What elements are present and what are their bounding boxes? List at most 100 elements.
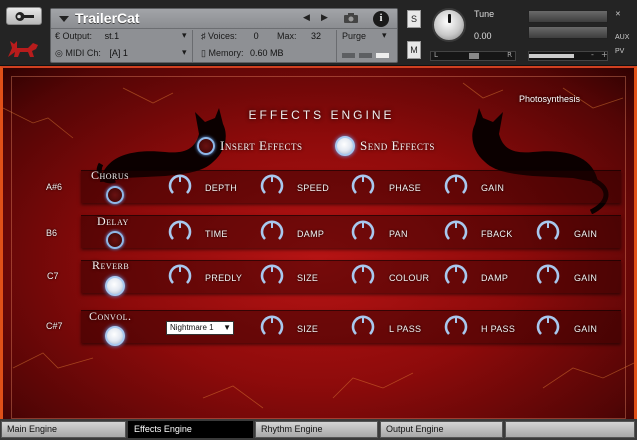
volume-minus-label: - (591, 50, 594, 59)
pan-left-label: L (434, 51, 438, 59)
voices-label: Voices: (208, 31, 238, 41)
midi-dropdown-icon[interactable]: ▾ (182, 47, 187, 58)
preset-name: Photosynthesis (519, 94, 581, 104)
chorus-label: Chorus (91, 168, 130, 182)
delay-feedback-knob[interactable] (444, 220, 468, 244)
delay-damp-knob[interactable] (260, 220, 284, 244)
tune-label: Tune (474, 9, 495, 19)
delay-gain-knob[interactable] (536, 220, 560, 244)
purge-indicator (376, 53, 389, 58)
tab-rhythm-engine[interactable]: Rhythm Engine (255, 421, 378, 438)
reverb-colour-knob[interactable] (351, 264, 375, 288)
tab-main-engine[interactable]: Main Engine (1, 421, 126, 438)
divider (192, 30, 193, 62)
delay-enable-toggle[interactable] (106, 231, 124, 249)
wrench-button[interactable] (6, 7, 42, 25)
effects-engine-panel: EFFECTS ENGINE Photosynthesis Insert Eff… (0, 66, 637, 419)
chorus-enable-toggle[interactable] (106, 186, 124, 204)
engine-tabs: Main Engine Effects Engine Rhythm Engine… (0, 419, 637, 440)
midi-value: [A] 1 (109, 48, 128, 58)
tab-empty (505, 421, 635, 438)
voices-field: ♯ Voices: 0 (201, 31, 259, 41)
reverb-gain-knob[interactable] (536, 264, 560, 288)
midi-icon: ◎ (55, 48, 63, 58)
reverb-damp-label: DAMP (481, 273, 509, 283)
reverb-predelay-knob[interactable] (168, 264, 192, 288)
convolution-gain-label: GAIN (574, 324, 598, 334)
solo-button[interactable]: S (407, 10, 421, 28)
reverb-enable-toggle[interactable] (105, 276, 125, 296)
chorus-phase-label: PHASE (389, 183, 422, 193)
convolution-highpass-knob[interactable] (444, 315, 468, 339)
pan-slider[interactable]: L R (430, 51, 516, 61)
purge-label: Purge (342, 31, 367, 41)
chorus-depth-knob[interactable] (168, 174, 192, 198)
chorus-gain-knob[interactable] (444, 174, 468, 198)
insert-effects-label[interactable]: Insert Effects (220, 138, 303, 154)
output-label: Output: (62, 31, 93, 41)
pv-button[interactable]: PV (615, 48, 624, 55)
convolution-lowpass-label: L PASS (389, 324, 422, 334)
convolution-gain-knob[interactable] (536, 315, 560, 339)
midi-channel-field[interactable]: ◎ MIDI Ch: [A] 1 (55, 48, 128, 59)
chorus-trigger-note: A#6 (46, 182, 63, 192)
tune-value[interactable]: 0.00 (474, 31, 492, 41)
impulse-response-select[interactable]: Nightmare 1 ▼ (166, 321, 234, 335)
convolution-lowpass-knob[interactable] (351, 315, 375, 339)
output-dropdown-icon[interactable]: ▾ (182, 30, 187, 41)
next-instrument-arrow-icon[interactable]: ▶ (321, 13, 328, 23)
cat-logo-icon (8, 41, 38, 57)
pan-right-label: R (507, 51, 512, 59)
max-label: Max: (277, 31, 297, 41)
insert-effects-radio[interactable] (197, 137, 215, 155)
delay-trigger-note: B6 (46, 228, 58, 238)
send-effects-radio[interactable] (335, 136, 355, 156)
pan-handle[interactable] (469, 53, 479, 59)
level-meter-right (528, 26, 608, 39)
delay-time-knob[interactable] (168, 220, 192, 244)
chorus-gain-label: GAIN (481, 183, 505, 193)
purge-indicator (342, 53, 355, 58)
instrument-panel: TrailerCat ◀ ▶ i € Output: st.1 ▾ ♯ Voic… (50, 8, 398, 63)
close-icon[interactable]: ✕ (615, 10, 621, 18)
reverb-size-knob[interactable] (260, 264, 284, 288)
volume-slider[interactable]: - + (528, 50, 608, 61)
instrument-name[interactable]: TrailerCat (75, 10, 140, 26)
reverb-gain-label: GAIN (574, 273, 598, 283)
mute-button[interactable]: M (407, 41, 421, 59)
convolution-enable-toggle[interactable] (105, 326, 125, 346)
reverb-damp-knob[interactable] (444, 264, 468, 288)
convolution-size-knob[interactable] (260, 315, 284, 339)
reverb-trigger-note: C7 (47, 271, 59, 281)
tune-knob[interactable] (432, 8, 466, 42)
purge-menu[interactable]: Purge (342, 31, 366, 41)
collapse-triangle-icon[interactable] (59, 16, 69, 22)
chorus-speed-knob[interactable] (260, 174, 284, 198)
delay-feedback-label: FBACK (481, 229, 513, 239)
volume-fill (529, 54, 575, 58)
chorus-depth-label: DEPTH (205, 183, 238, 193)
convolution-trigger-note: C#7 (46, 321, 63, 331)
wrench-icon (15, 12, 34, 21)
output-field[interactable]: € Output: st.1 (55, 31, 119, 41)
chorus-phase-knob[interactable] (351, 174, 375, 198)
camera-icon[interactable] (343, 12, 359, 24)
delay-pan-knob[interactable] (351, 220, 375, 244)
divider (336, 30, 337, 62)
delay-label: Delay (97, 214, 129, 228)
impulse-response-value: Nightmare 1 (170, 323, 214, 332)
voices-icon: ♯ (201, 31, 206, 41)
purge-dropdown-icon[interactable]: ▾ (382, 30, 387, 41)
delay-gain-label: GAIN (574, 229, 598, 239)
info-button[interactable]: i (373, 11, 389, 27)
output-value: st.1 (104, 31, 120, 41)
convolution-label: Convol. (89, 309, 132, 323)
aux-button[interactable]: AUX (615, 34, 629, 41)
tab-effects-engine[interactable]: Effects Engine (128, 421, 253, 438)
tab-output-engine[interactable]: Output Engine (380, 421, 503, 438)
volume-plus-label: + (601, 50, 608, 59)
prev-instrument-arrow-icon[interactable]: ◀ (303, 13, 310, 23)
max-voices-field[interactable]: Max: 32 (277, 31, 321, 41)
send-effects-label[interactable]: Send Effects (360, 138, 435, 154)
delay-time-label: TIME (205, 229, 228, 239)
